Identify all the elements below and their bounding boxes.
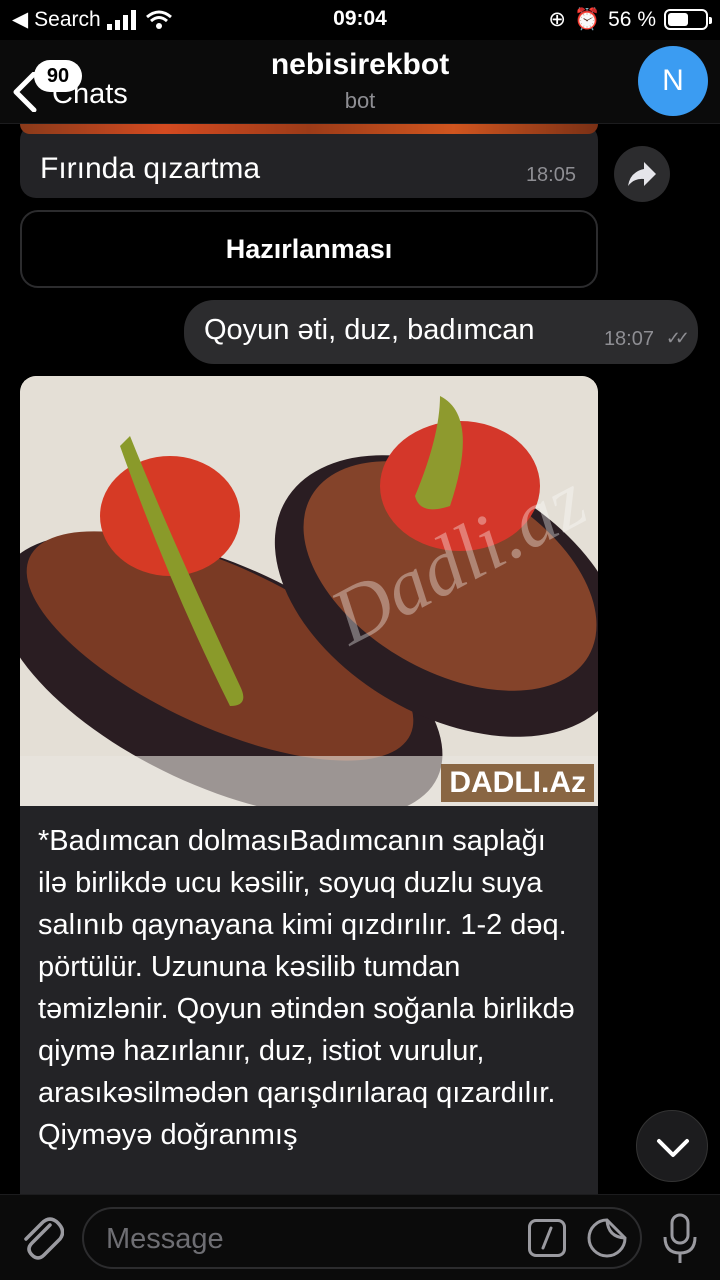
outgoing-message[interactable]: Qoyun əti, duz, badımcan 18:07 ✓✓ xyxy=(184,300,698,364)
message-text: Fırında qızartma xyxy=(40,152,261,185)
avatar[interactable]: N xyxy=(638,46,708,116)
share-button[interactable] xyxy=(614,146,670,202)
food-photo[interactable]: Dadli.az DADLI.Az xyxy=(20,376,598,806)
message-time: 18:07 xyxy=(603,328,654,350)
chat-subtitle: bot xyxy=(344,88,376,113)
composer-bar xyxy=(0,1194,720,1280)
battery-percent: 56 % xyxy=(608,7,656,31)
battery-level xyxy=(668,13,689,26)
scroll-to-bottom-button[interactable] xyxy=(636,1110,708,1182)
watermark-logo: DADLI.Az xyxy=(441,764,594,802)
chat-title[interactable]: nebisirekbot xyxy=(0,48,720,82)
chat-header: Chats 90 nebisirekbot bot N xyxy=(0,40,720,124)
message-list[interactable]: Fırında qızartma 18:05 Hazırlanması Qoyu… xyxy=(0,124,720,1194)
incoming-message[interactable]: Fırında qızartma 18:05 xyxy=(20,124,598,198)
status-bar: ◀ Search 09:04 ⊕ ⏰ 56 % xyxy=(0,0,720,40)
incoming-photo-message[interactable]: Dadli.az DADLI.Az *Badımcan dolmasıBadım… xyxy=(20,376,598,1194)
chevron-down-icon xyxy=(657,1139,689,1157)
alarm-icon: ⏰ xyxy=(573,7,601,31)
message-text: Qoyun əti, duz, badımcan xyxy=(204,314,535,346)
paperclip-icon[interactable] xyxy=(20,1213,64,1261)
rotation-lock-icon: ⊕ xyxy=(548,8,566,31)
message-field[interactable] xyxy=(82,1207,642,1269)
share-arrow-icon xyxy=(628,162,656,186)
battery-icon xyxy=(664,9,712,30)
sticker-icon[interactable] xyxy=(586,1217,628,1259)
message-text: *Badımcan dolmasıBadımcanın saplağı ilə … xyxy=(38,825,575,1151)
message-time: 18:05 xyxy=(525,164,576,186)
stuffed-eggplant-image: Dadli.az xyxy=(20,376,598,806)
slash-command-icon xyxy=(541,1226,553,1250)
read-checks-icon: ✓✓ xyxy=(665,328,690,348)
message-input[interactable] xyxy=(106,1219,526,1259)
inline-keyboard-button[interactable]: Hazırlanması xyxy=(20,210,598,288)
photo-preview-edge xyxy=(20,124,598,134)
bot-commands-button[interactable] xyxy=(528,1219,566,1257)
microphone-icon[interactable] xyxy=(662,1213,698,1265)
